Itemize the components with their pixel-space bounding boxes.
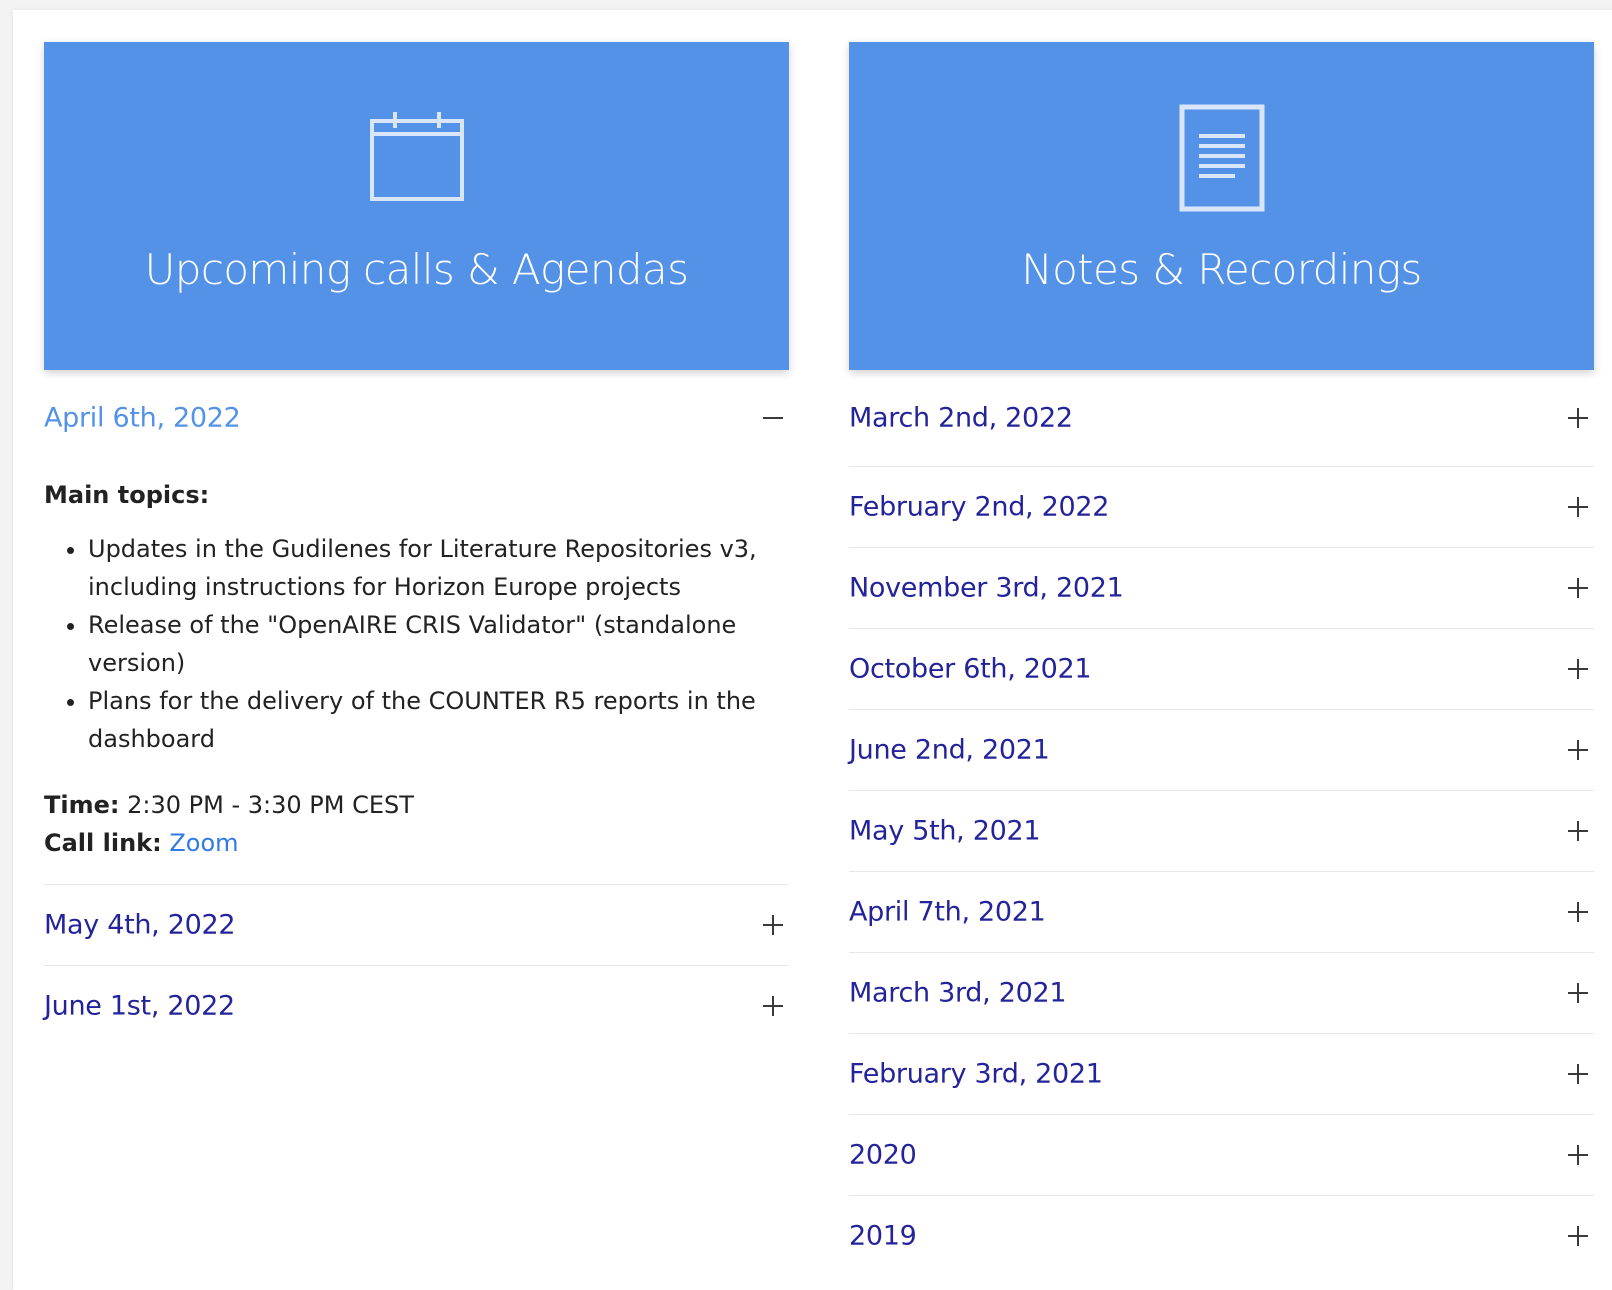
topics-list: Updates in the Gudilenes for Literature … xyxy=(44,530,789,758)
accordion-date-label[interactable]: 2020 xyxy=(849,1140,917,1171)
upcoming-calls-column: Upcoming calls & Agendas April 6th, 2022… xyxy=(44,42,789,1046)
accordion-date-label[interactable]: March 2nd, 2022 xyxy=(849,403,1073,434)
accordion-item-notes-0: March 2nd, 2022 xyxy=(849,370,1594,467)
topic-item: Plans for the delivery of the COUNTER R5… xyxy=(88,682,789,758)
accordion-header-upcoming-0[interactable]: April 6th, 2022 xyxy=(44,370,789,466)
expand-plus-icon[interactable] xyxy=(1568,497,1588,517)
accordion-date-label[interactable]: May 5th, 2021 xyxy=(849,816,1041,847)
accordion-item-upcoming-0: April 6th, 2022 Main topics: Updates in … xyxy=(44,370,789,885)
notes-recordings-column: Notes & Recordings March 2nd, 2022 Februa… xyxy=(849,42,1594,1276)
expand-plus-icon[interactable] xyxy=(1568,740,1588,760)
expand-plus-icon[interactable] xyxy=(1568,1226,1588,1246)
accordion-item-notes-9: 2020 xyxy=(849,1115,1594,1196)
calendar-icon xyxy=(369,112,464,201)
expand-plus-icon[interactable] xyxy=(1568,983,1588,1003)
accordion-date-label[interactable]: February 2nd, 2022 xyxy=(849,492,1109,523)
accordion-body-upcoming-0: Main topics: Updates in the Gudilenes fo… xyxy=(44,476,789,884)
accordion-header-notes-2[interactable]: November 3rd, 2021 xyxy=(849,548,1594,628)
accordion-date-label[interactable]: October 6th, 2021 xyxy=(849,654,1092,685)
expand-plus-icon[interactable] xyxy=(1568,408,1588,428)
expand-plus-icon[interactable] xyxy=(1568,902,1588,922)
zoom-link[interactable]: Zoom xyxy=(169,829,238,857)
upcoming-calls-header: Upcoming calls & Agendas xyxy=(44,42,789,370)
main-topics-heading: Main topics: xyxy=(44,481,210,509)
accordion-header-notes-0[interactable]: March 2nd, 2022 xyxy=(849,370,1594,466)
time-value: 2:30 PM - 3:30 PM CEST xyxy=(127,791,414,819)
accordion-item-notes-10: 2019 xyxy=(849,1196,1594,1276)
time-label: Time: xyxy=(44,791,120,819)
call-link-row: Call link: Zoom xyxy=(44,824,789,862)
accordion-date-label[interactable]: April 6th, 2022 xyxy=(44,403,241,434)
accordion-header-notes-10[interactable]: 2019 xyxy=(849,1196,1594,1276)
notes-recordings-title: Notes & Recordings xyxy=(1021,245,1422,294)
topic-item: Release of the "OpenAIRE CRIS Validator"… xyxy=(88,606,789,682)
accordion-date-label[interactable]: June 2nd, 2021 xyxy=(849,735,1050,766)
notes-recordings-header: Notes & Recordings xyxy=(849,42,1594,370)
accordion-header-notes-7[interactable]: March 3rd, 2021 xyxy=(849,953,1594,1033)
accordion-header-notes-4[interactable]: June 2nd, 2021 xyxy=(849,710,1594,790)
accordion-date-label[interactable]: 2019 xyxy=(849,1221,917,1252)
accordion-date-label[interactable]: February 3rd, 2021 xyxy=(849,1059,1103,1090)
accordion-item-upcoming-2: June 1st, 2022 xyxy=(44,966,789,1046)
accordion-header-upcoming-2[interactable]: June 1st, 2022 xyxy=(44,966,789,1046)
expand-plus-icon[interactable] xyxy=(1568,821,1588,841)
expand-plus-icon[interactable] xyxy=(763,996,783,1016)
expand-plus-icon[interactable] xyxy=(1568,1145,1588,1165)
accordion-date-label[interactable]: March 3rd, 2021 xyxy=(849,978,1067,1009)
accordion-item-notes-8: February 3rd, 2021 xyxy=(849,1034,1594,1115)
accordion-date-label[interactable]: June 1st, 2022 xyxy=(44,991,235,1022)
accordion-date-label[interactable]: May 4th, 2022 xyxy=(44,910,236,941)
expand-plus-icon[interactable] xyxy=(1568,659,1588,679)
accordion-date-label[interactable]: November 3rd, 2021 xyxy=(849,573,1124,604)
accordion-header-notes-3[interactable]: October 6th, 2021 xyxy=(849,629,1594,709)
expand-plus-icon[interactable] xyxy=(763,915,783,935)
page-container: Upcoming calls & Agendas April 6th, 2022… xyxy=(13,10,1612,1290)
accordion-item-notes-6: April 7th, 2021 xyxy=(849,872,1594,953)
accordion-header-upcoming-1[interactable]: May 4th, 2022 xyxy=(44,885,789,965)
accordion-header-notes-6[interactable]: April 7th, 2021 xyxy=(849,872,1594,952)
accordion-date-label[interactable]: April 7th, 2021 xyxy=(849,897,1046,928)
accordion-header-notes-1[interactable]: February 2nd, 2022 xyxy=(849,467,1594,547)
accordion-item-upcoming-1: May 4th, 2022 xyxy=(44,885,789,966)
accordion-item-notes-3: October 6th, 2021 xyxy=(849,629,1594,710)
accordion-item-notes-1: February 2nd, 2022 xyxy=(849,467,1594,548)
collapse-minus-icon[interactable] xyxy=(763,408,783,428)
time-row: Time: 2:30 PM - 3:30 PM CEST xyxy=(44,786,789,824)
expand-plus-icon[interactable] xyxy=(1568,578,1588,598)
accordion-item-notes-5: May 5th, 2021 xyxy=(849,791,1594,872)
accordion-item-notes-2: November 3rd, 2021 xyxy=(849,548,1594,629)
accordion-item-notes-7: March 3rd, 2021 xyxy=(849,953,1594,1034)
notes-accordion: March 2nd, 2022 February 2nd, 2022 Novembe… xyxy=(849,370,1594,1276)
upcoming-calls-title: Upcoming calls & Agendas xyxy=(144,245,689,294)
accordion-header-notes-5[interactable]: May 5th, 2021 xyxy=(849,791,1594,871)
accordion-header-notes-9[interactable]: 2020 xyxy=(849,1115,1594,1195)
accordion-header-notes-8[interactable]: February 3rd, 2021 xyxy=(849,1034,1594,1114)
document-icon xyxy=(1179,104,1264,212)
call-link-label: Call link: xyxy=(44,829,162,857)
topic-item: Updates in the Gudilenes for Literature … xyxy=(88,530,789,606)
expand-plus-icon[interactable] xyxy=(1568,1064,1588,1084)
accordion-item-notes-4: June 2nd, 2021 xyxy=(849,710,1594,791)
